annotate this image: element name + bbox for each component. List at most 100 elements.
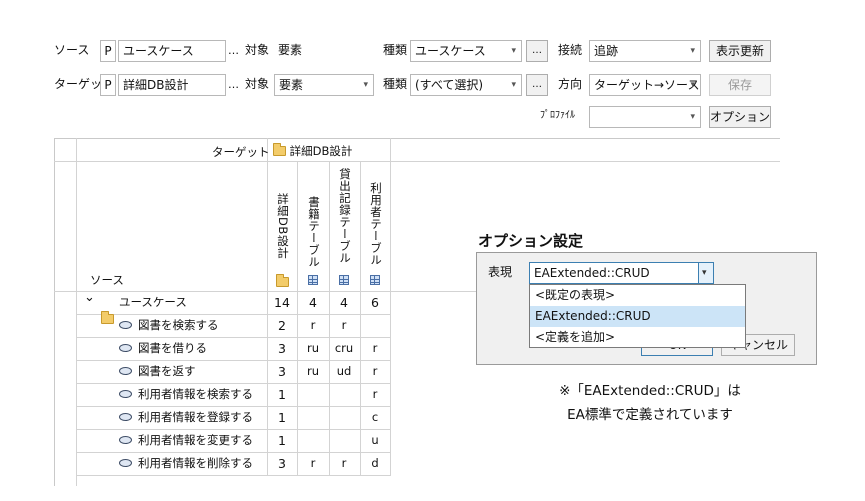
column-header: 貸出記録テーブル bbox=[338, 168, 352, 264]
save-button[interactable]: 保存 bbox=[709, 74, 771, 96]
source-target-kind-value: 要素 bbox=[278, 43, 303, 57]
connection-select[interactable]: 追跡 ▾ bbox=[589, 40, 701, 62]
chevron-down-icon: ▾ bbox=[363, 80, 368, 90]
matrix-cell[interactable]: r bbox=[330, 318, 358, 332]
dropdown-arrow-button[interactable]: ▾ bbox=[698, 263, 713, 283]
matrix-cell[interactable]: 3 bbox=[268, 456, 296, 471]
refresh-button[interactable]: 表示更新 bbox=[709, 40, 771, 62]
column-header: 利用者テーブル bbox=[369, 182, 383, 266]
target-package-field[interactable]: 詳細DB設計 bbox=[118, 74, 226, 96]
matrix-cell[interactable]: c bbox=[361, 410, 389, 424]
matrix-cell[interactable]: 6 bbox=[361, 295, 389, 310]
matrix-cell[interactable]: r bbox=[361, 341, 389, 355]
chevron-down-icon[interactable]: ⌄ bbox=[84, 287, 95, 309]
target-kind-browse-button[interactable]: … bbox=[526, 74, 548, 96]
matrix-cell[interactable]: d bbox=[361, 456, 389, 470]
matrix-cell[interactable]: r bbox=[361, 364, 389, 378]
target-kind-select[interactable]: (すべて選択) ▾ bbox=[410, 74, 522, 96]
connection-value: 追跡 bbox=[594, 44, 619, 58]
matrix-cell[interactable]: 1 bbox=[268, 410, 296, 425]
usecase-icon bbox=[119, 413, 132, 421]
matrix-row-label[interactable]: ユースケース bbox=[119, 291, 187, 313]
matrix-cell[interactable]: u bbox=[361, 433, 389, 447]
matrix-cell[interactable]: 4 bbox=[330, 295, 358, 310]
grid-line bbox=[76, 337, 390, 338]
usecase-icon bbox=[119, 459, 132, 467]
usecase-icon bbox=[119, 321, 132, 329]
matrix-cell[interactable]: 2 bbox=[268, 318, 296, 333]
source-kind-browse-button[interactable]: … bbox=[526, 40, 548, 62]
matrix-cell[interactable]: cru bbox=[330, 341, 358, 355]
source-browse-ellipsis[interactable]: … bbox=[228, 41, 239, 61]
matrix-rows: ⌄ ユースケース 14 4 4 6 図書を検索する 2 r r 図書を借りる 3 ru cru r 図書を返す… bbox=[0, 14, 865, 476]
dropdown-option[interactable]: <定義を追加> bbox=[530, 327, 745, 348]
matrix-cell[interactable]: r bbox=[330, 456, 358, 470]
note-line-1: ※「EAExtended::CRUD」は bbox=[559, 383, 741, 399]
profile-select[interactable]: ▾ bbox=[589, 106, 701, 128]
target-browse-ellipsis[interactable]: … bbox=[228, 75, 239, 95]
dropdown-option[interactable]: EAExtended::CRUD bbox=[530, 306, 745, 327]
representation-select[interactable]: EAExtended::CRUD bbox=[529, 262, 714, 284]
dialog-title: オプション設定 bbox=[478, 232, 584, 250]
options-button[interactable]: オプション bbox=[709, 106, 771, 128]
grid-line bbox=[76, 475, 390, 476]
representation-dropdown-list[interactable]: <既定の表現> EAExtended::CRUD <定義を追加> bbox=[529, 284, 746, 348]
matrix-cell[interactable]: 3 bbox=[268, 341, 296, 356]
folder-icon bbox=[101, 311, 114, 324]
representation-label: 表現 bbox=[488, 265, 513, 279]
column-header: 詳細DB設計 bbox=[276, 193, 290, 259]
source-kind-value: ユースケース bbox=[415, 44, 486, 58]
matrix-row-label[interactable]: 図書を返す bbox=[138, 360, 196, 382]
usecase-icon bbox=[119, 367, 132, 375]
matrix-cell[interactable]: 4 bbox=[299, 295, 327, 310]
table-icon bbox=[370, 275, 380, 285]
table-icon bbox=[339, 275, 349, 285]
matrix-row-label[interactable]: 図書を借りる bbox=[138, 337, 207, 359]
matrix-cell[interactable]: 14 bbox=[268, 295, 296, 310]
grid-line bbox=[76, 360, 390, 361]
target-package-header: 詳細DB設計 bbox=[273, 143, 352, 159]
usecase-icon bbox=[119, 344, 132, 352]
source-type-indicator: P bbox=[100, 40, 116, 62]
direction-label: 方向 bbox=[558, 77, 583, 91]
target-target-kind-select[interactable]: 要素 ▾ bbox=[274, 74, 374, 96]
note-line-2: EA標準で定義されています bbox=[567, 407, 733, 423]
target-type-indicator: P bbox=[100, 74, 116, 96]
target-kind-value: (すべて選択) bbox=[415, 78, 484, 92]
chevron-down-icon: ▾ bbox=[702, 268, 707, 278]
source-kind-select[interactable]: ユースケース ▾ bbox=[410, 40, 522, 62]
matrix-cell[interactable]: ru bbox=[299, 364, 327, 378]
matrix-cell[interactable]: r bbox=[361, 387, 389, 401]
matrix-cell[interactable]: ud bbox=[330, 364, 358, 378]
matrix-cell[interactable]: r bbox=[299, 456, 327, 470]
dropdown-option[interactable]: <既定の表現> bbox=[530, 285, 745, 306]
target-target-kind-label: 対象 bbox=[245, 77, 270, 91]
matrix-cell[interactable]: 1 bbox=[268, 387, 296, 402]
folder-icon bbox=[276, 274, 289, 287]
matrix-row-label[interactable]: 図書を検索する bbox=[138, 314, 219, 336]
grid-line bbox=[390, 138, 391, 476]
target-package-name: 詳細DB設計 bbox=[289, 144, 353, 158]
source-target-kind-label: 対象 bbox=[245, 43, 270, 57]
matrix-row-label[interactable]: 利用者情報を登録する bbox=[138, 406, 253, 428]
matrix-cell[interactable]: r bbox=[299, 318, 327, 332]
source-package-field[interactable]: ユースケース bbox=[118, 40, 226, 62]
target-header-label: ターゲット bbox=[212, 145, 270, 159]
chevron-down-icon: ▾ bbox=[511, 46, 516, 56]
matrix-cell[interactable]: 3 bbox=[268, 364, 296, 379]
grid-line bbox=[76, 138, 77, 486]
matrix-row-label[interactable]: 利用者情報を削除する bbox=[138, 452, 253, 474]
grid-line bbox=[76, 314, 390, 315]
matrix-cell[interactable]: 1 bbox=[268, 433, 296, 448]
chevron-down-icon: ▾ bbox=[690, 46, 695, 56]
usecase-icon bbox=[119, 436, 132, 444]
direction-value: ターゲット→ソース bbox=[594, 78, 700, 92]
folder-icon bbox=[273, 143, 286, 156]
matrix-cell[interactable]: ru bbox=[299, 341, 327, 355]
connection-label: 接続 bbox=[558, 43, 583, 57]
matrix-row-label[interactable]: 利用者情報を検索する bbox=[138, 383, 253, 405]
direction-select[interactable]: ターゲット→ソース ▾ bbox=[589, 74, 701, 96]
table-icon bbox=[308, 275, 318, 285]
chevron-down-icon: ▾ bbox=[511, 80, 516, 90]
matrix-row-label[interactable]: 利用者情報を変更する bbox=[138, 429, 253, 451]
